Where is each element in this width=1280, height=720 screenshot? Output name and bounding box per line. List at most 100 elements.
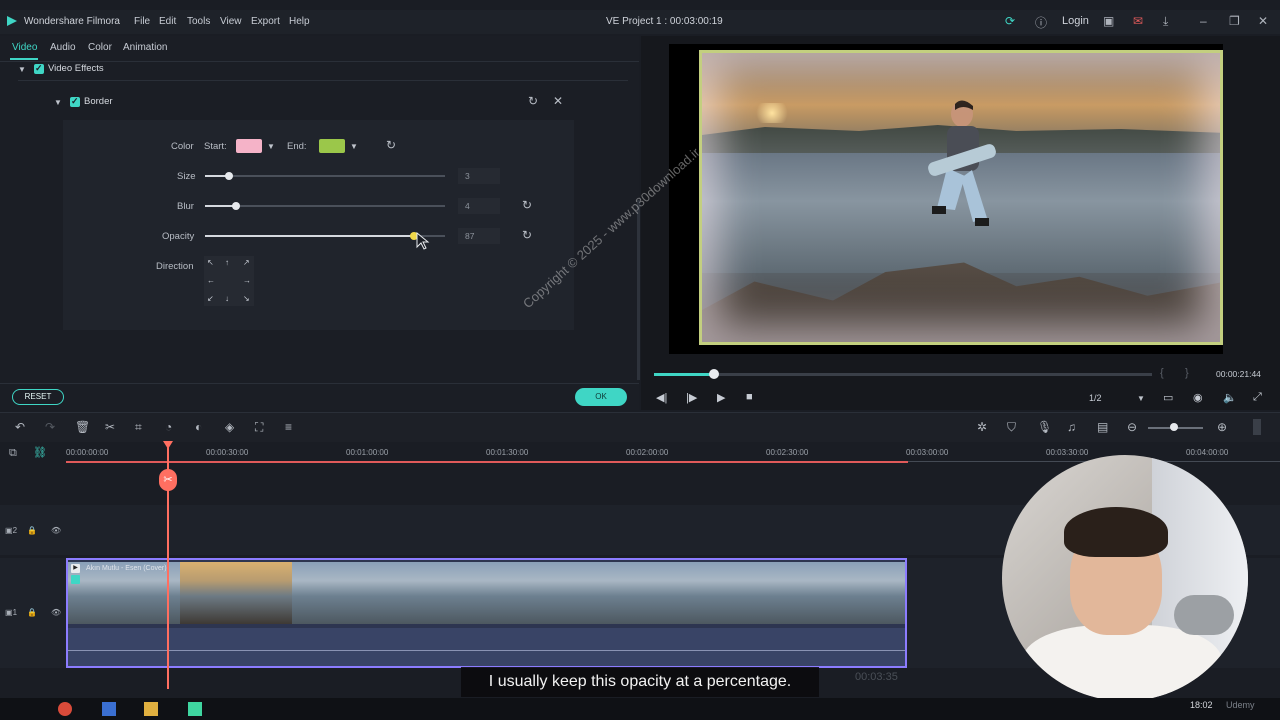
- start-color-swatch[interactable]: [236, 139, 262, 153]
- menu-view[interactable]: View: [220, 16, 242, 27]
- sync-icon[interactable]: ⟳: [1005, 14, 1015, 28]
- save-icon[interactable]: ▣: [1103, 14, 1114, 28]
- mail-icon[interactable]: ✉: [1133, 14, 1143, 28]
- render-icon[interactable]: ✲: [977, 420, 987, 434]
- snapshot-icon[interactable]: ◉: [1193, 391, 1203, 404]
- menu-export[interactable]: Export: [251, 16, 280, 27]
- start-color-dropdown-icon[interactable]: ▼: [267, 142, 275, 151]
- track-2-lock-icon[interactable]: 🔒: [27, 526, 37, 535]
- opacity-reset-icon[interactable]: ↻: [522, 228, 532, 242]
- marker-icon[interactable]: ⛉: [1007, 420, 1016, 435]
- size-slider-handle[interactable]: [225, 172, 233, 180]
- collapse-video-effects-icon[interactable]: ▼: [18, 65, 26, 74]
- clip-thumbnail: [628, 562, 741, 624]
- link-icon[interactable]: ⛓: [33, 446, 47, 459]
- audio-mixer-icon[interactable]: ♫: [1067, 420, 1076, 434]
- display-icon[interactable]: ▭: [1163, 391, 1173, 404]
- toolbar-scroll-handle[interactable]: [1253, 419, 1261, 435]
- size-slider-track[interactable]: [205, 175, 445, 177]
- arrow-down-icon[interactable]: ↓: [225, 294, 229, 303]
- volume-icon[interactable]: 🔈: [1223, 391, 1237, 404]
- play-icon[interactable]: ▶: [717, 391, 725, 404]
- tab-animation[interactable]: Animation: [123, 42, 167, 53]
- arrow-down-left-icon[interactable]: ↙: [207, 294, 214, 303]
- app-icon[interactable]: [102, 702, 116, 716]
- chrome-app-icon[interactable]: [58, 702, 72, 716]
- clip-thumbnail: [292, 562, 405, 624]
- split-icon[interactable]: ✂: [105, 420, 115, 434]
- login-link[interactable]: Login: [1062, 15, 1089, 27]
- close-window-icon[interactable]: ✕: [1258, 14, 1268, 28]
- video-clip[interactable]: ▶ Akın Mutlu - Esen (Cover): [66, 558, 907, 668]
- menu-edit[interactable]: Edit: [159, 16, 176, 27]
- blur-reset-icon[interactable]: ↻: [522, 198, 532, 212]
- arrow-up-icon[interactable]: ↑: [225, 258, 229, 267]
- crop-icon[interactable]: ⌗: [135, 420, 142, 435]
- end-color-dropdown-icon[interactable]: ▼: [350, 142, 358, 151]
- arrow-right-icon[interactable]: →: [243, 276, 251, 285]
- collapse-border-icon[interactable]: ▼: [54, 98, 62, 107]
- color-reset-icon[interactable]: ↻: [386, 138, 396, 152]
- subtitle-icon[interactable]: ▤: [1097, 420, 1108, 434]
- add-track-icon[interactable]: ⧉: [9, 447, 17, 460]
- mark-in-icon[interactable]: {: [1160, 367, 1164, 379]
- playback-progress-track[interactable]: [654, 373, 1152, 376]
- track-1-lock-icon[interactable]: 🔒: [27, 608, 37, 617]
- delete-icon[interactable]: 🗑: [75, 420, 90, 434]
- menu-tools[interactable]: Tools: [187, 16, 210, 27]
- fit-icon[interactable]: ⛶: [255, 420, 263, 435]
- reset-button[interactable]: RESET: [12, 389, 64, 405]
- tab-color[interactable]: Color: [88, 42, 112, 53]
- split-scissors-icon[interactable]: ✂: [159, 469, 177, 491]
- color-palette-icon[interactable]: ◐: [195, 420, 202, 434]
- ruler-label: 00:01:30:00: [486, 448, 529, 457]
- preview-quality-select[interactable]: 1/2: [1089, 393, 1102, 403]
- arrow-left-icon[interactable]: ←: [207, 276, 215, 285]
- size-value-field[interactable]: 3: [458, 168, 500, 184]
- restore-icon[interactable]: ❐: [1229, 14, 1240, 28]
- border-reset-icon[interactable]: ↻: [528, 94, 538, 108]
- minimize-icon[interactable]: –: [1200, 14, 1207, 28]
- fullscreen-icon[interactable]: ⤢: [1253, 391, 1262, 404]
- speed-icon[interactable]: ◔: [165, 420, 172, 434]
- folder-icon[interactable]: [144, 702, 158, 716]
- play-reverse-icon[interactable]: |▶: [686, 391, 697, 404]
- quality-dropdown-icon[interactable]: ▼: [1137, 394, 1145, 403]
- video-effects-checkbox[interactable]: [34, 63, 44, 74]
- opacity-value-field[interactable]: 87: [458, 228, 500, 244]
- arrow-up-left-icon[interactable]: ↖: [207, 258, 214, 267]
- track-2-visibility-icon[interactable]: 👁: [51, 526, 61, 535]
- blur-value-field[interactable]: 4: [458, 198, 500, 214]
- download-icon[interactable]: ⤓: [1163, 14, 1168, 29]
- undo-icon[interactable]: ↶: [15, 420, 25, 434]
- zoom-slider-handle[interactable]: [1170, 423, 1178, 431]
- mark-out-icon[interactable]: }: [1185, 367, 1189, 379]
- tab-audio[interactable]: Audio: [50, 42, 76, 53]
- arrow-up-right-icon[interactable]: ↗: [243, 258, 250, 267]
- end-color-swatch[interactable]: [319, 139, 345, 153]
- track-1-visibility-icon[interactable]: 👁: [51, 608, 61, 617]
- clip-thumbnail: [516, 562, 629, 624]
- panel-scrollbar[interactable]: [637, 200, 640, 380]
- stop-icon[interactable]: ■: [746, 391, 753, 403]
- border-checkbox[interactable]: [70, 96, 80, 107]
- adjust-icon[interactable]: ≡: [285, 420, 292, 434]
- ok-button[interactable]: OK: [575, 388, 627, 406]
- border-remove-icon[interactable]: ✕: [553, 94, 563, 108]
- tab-video[interactable]: Video: [12, 42, 37, 53]
- direction-pad[interactable]: ↖ ↑ ↗ ← → ↙ ↓ ↘: [204, 256, 254, 306]
- menu-file[interactable]: File: [134, 16, 150, 27]
- zoom-out-icon[interactable]: ⊖: [1127, 420, 1137, 434]
- blur-slider-track[interactable]: [205, 205, 445, 207]
- clip-effect-icon: [71, 575, 80, 584]
- filmora-taskbar-icon[interactable]: [188, 702, 202, 716]
- playback-progress-handle[interactable]: [708, 369, 719, 379]
- info-icon[interactable]: ⓘ: [1035, 14, 1047, 31]
- menu-help[interactable]: Help: [289, 16, 310, 27]
- redo-icon[interactable]: ↷: [45, 420, 55, 434]
- keyframe-icon[interactable]: ◈: [225, 420, 234, 434]
- zoom-in-icon[interactable]: ⊕: [1217, 420, 1227, 434]
- arrow-down-right-icon[interactable]: ↘: [243, 294, 250, 303]
- previous-frame-icon[interactable]: ◀|: [656, 391, 667, 404]
- microphone-icon[interactable]: 🎙: [1037, 420, 1052, 434]
